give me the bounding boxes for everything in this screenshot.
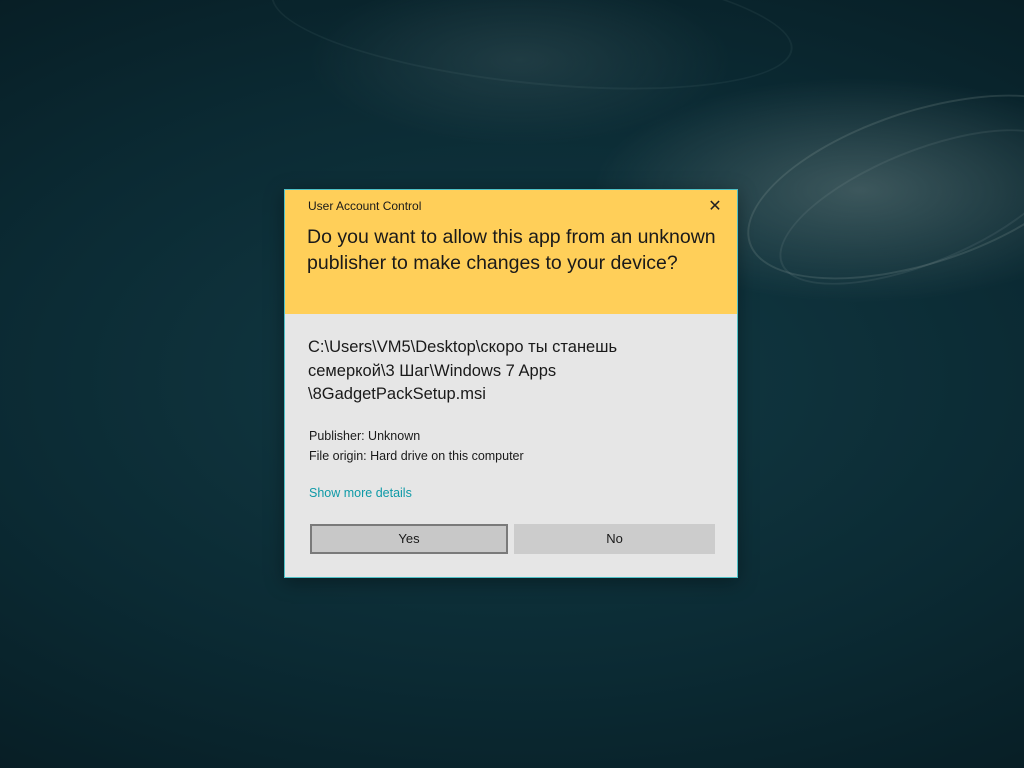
uac-dialog: User Account Control ✕ Do you want to al…	[284, 189, 738, 578]
no-button[interactable]: No	[514, 524, 715, 554]
dialog-header: User Account Control ✕ Do you want to al…	[285, 190, 737, 314]
close-icon[interactable]: ✕	[705, 197, 725, 217]
yes-button[interactable]: Yes	[310, 524, 508, 554]
show-more-details-link[interactable]: Show more details	[309, 486, 412, 500]
program-path-line: C:\Users\VM5\Desktop\скоро ты станешь	[308, 338, 618, 356]
dialog-title: User Account Control	[308, 199, 422, 213]
dialog-question: Do you want to allow this app from an un…	[307, 226, 716, 274]
wallpaper-wave	[264, 0, 800, 112]
program-path: C:\Users\VM5\Desktop\скоро ты станешь се…	[308, 336, 718, 407]
program-path-line: \8GadgetPackSetup.msi	[308, 385, 486, 403]
publisher-text: Publisher: Unknown	[309, 429, 421, 443]
program-details: Publisher: Unknown File origin: Hard dri…	[309, 427, 524, 466]
file-origin-text: File origin: Hard drive on this computer	[309, 448, 524, 463]
program-path-line: семеркой\3 Шаг\Windows 7 Apps	[308, 361, 557, 380]
